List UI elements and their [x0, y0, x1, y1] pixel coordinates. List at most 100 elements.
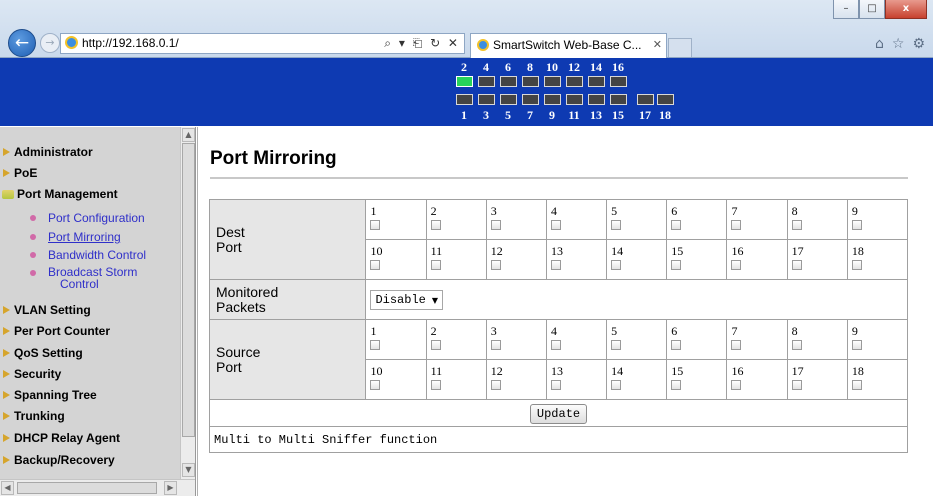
- port-4-led[interactable]: [478, 76, 495, 87]
- submenu-port-mirroring[interactable]: Port Mirroring: [22, 230, 121, 244]
- dest-port-16-checkbox[interactable]: [731, 260, 742, 270]
- menu-open-icon: [2, 189, 14, 199]
- port-2-led[interactable]: [456, 76, 473, 87]
- settings-gear-icon[interactable]: ⚙: [912, 36, 925, 52]
- source-port-4-checkbox[interactable]: [550, 340, 561, 350]
- dest-port-13-checkbox[interactable]: [550, 260, 561, 270]
- favorites-star-icon[interactable]: ☆: [892, 36, 905, 52]
- dest-port-4-checkbox[interactable]: [550, 220, 561, 230]
- menu-spanning-tree[interactable]: Spanning Tree: [0, 388, 97, 402]
- maximize-button[interactable]: □: [859, 0, 885, 19]
- menu-arrow-icon: [3, 412, 10, 420]
- port-18-led[interactable]: [657, 94, 674, 105]
- port-16-led[interactable]: [610, 76, 627, 87]
- menu-backup-recovery[interactable]: Backup/Recovery: [0, 453, 115, 467]
- new-tab-button[interactable]: [668, 38, 692, 57]
- dest-port-12-checkbox[interactable]: [490, 260, 501, 270]
- scroll-thumb[interactable]: [17, 482, 157, 494]
- dest-port-10-checkbox[interactable]: [370, 260, 381, 270]
- menu-arrow-icon: [3, 148, 10, 156]
- source-port-11-checkbox[interactable]: [430, 380, 441, 390]
- source-port-12-checkbox[interactable]: [490, 380, 501, 390]
- port-8-led[interactable]: [522, 76, 539, 87]
- source-port-6-checkbox[interactable]: [671, 340, 682, 350]
- scroll-right-icon[interactable]: ▶: [164, 481, 177, 495]
- dest-port-cell: 2: [425, 199, 487, 240]
- port-10-led[interactable]: [544, 76, 561, 87]
- menu-qos-setting[interactable]: QoS Setting: [0, 346, 83, 360]
- scroll-up-icon[interactable]: ▲: [182, 128, 195, 142]
- menu-label: Trunking: [14, 409, 65, 423]
- dest-port-9-checkbox[interactable]: [851, 220, 862, 230]
- menu-label: Per Port Counter: [14, 324, 111, 338]
- dest-port-18-checkbox[interactable]: [851, 260, 862, 270]
- dest-port-7-checkbox[interactable]: [731, 220, 742, 230]
- scroll-thumb[interactable]: [182, 143, 195, 437]
- port-15-led[interactable]: [610, 94, 627, 105]
- browser-tab[interactable]: SmartSwitch Web-Base C... ✕: [470, 33, 667, 58]
- source-port-8-checkbox[interactable]: [791, 340, 802, 350]
- menu-vlan-setting[interactable]: VLAN Setting: [0, 303, 91, 317]
- source-port-9-checkbox[interactable]: [851, 340, 862, 350]
- tab-close-icon[interactable]: ✕: [653, 34, 662, 56]
- dest-port-6-checkbox[interactable]: [671, 220, 682, 230]
- home-icon[interactable]: ⌂: [875, 36, 884, 52]
- update-button[interactable]: Update: [529, 404, 588, 424]
- sidebar-vertical-scrollbar[interactable]: ▲ ▼: [180, 127, 195, 479]
- dest-port-15-checkbox[interactable]: [671, 260, 682, 270]
- address-controls[interactable]: ⌕ ▾ ⎗ ↻ ✕: [384, 34, 460, 53]
- menu-administrator[interactable]: Administrator: [0, 145, 93, 159]
- source-port-7-checkbox[interactable]: [731, 340, 742, 350]
- monitored-packets-select[interactable]: Disable ▼: [370, 289, 444, 310]
- dest-port-1-checkbox[interactable]: [370, 220, 381, 230]
- menu-security[interactable]: Security: [0, 367, 61, 381]
- submenu-broadcast-storm-control[interactable]: Broadcast Storm Control: [22, 266, 137, 290]
- port-1-led[interactable]: [456, 94, 473, 105]
- port-7-led[interactable]: [522, 94, 539, 105]
- back-button[interactable]: ←: [8, 29, 36, 57]
- dest-port-8-checkbox[interactable]: [791, 220, 802, 230]
- dest-port-5-checkbox[interactable]: [611, 220, 622, 230]
- source-port-1-checkbox[interactable]: [370, 340, 381, 350]
- source-port-5-checkbox[interactable]: [611, 340, 622, 350]
- source-port-10-checkbox[interactable]: [370, 380, 381, 390]
- menu-per-port-counter[interactable]: Per Port Counter: [0, 324, 110, 338]
- menu-poe[interactable]: PoE: [0, 166, 37, 180]
- menu-dhcp-relay-agent[interactable]: DHCP Relay Agent: [0, 431, 120, 445]
- submenu-bandwidth-control[interactable]: Bandwidth Control: [22, 248, 146, 262]
- scroll-left-icon[interactable]: ◀: [1, 481, 14, 495]
- scroll-down-icon[interactable]: ▼: [182, 463, 195, 477]
- close-button[interactable]: x: [885, 0, 927, 19]
- dest-port-14-checkbox[interactable]: [611, 260, 622, 270]
- sidebar-horizontal-scrollbar[interactable]: ◀ ▶: [0, 479, 195, 496]
- menu-trunking[interactable]: Trunking: [0, 409, 65, 423]
- port-3-led[interactable]: [478, 94, 495, 105]
- dest-port-17-checkbox[interactable]: [791, 260, 802, 270]
- minimize-button[interactable]: –: [833, 0, 859, 19]
- port-12-led[interactable]: [566, 76, 583, 87]
- browser-chrome: – □ x ← → http://192.168.0.1/ ⌕ ▾ ⎗ ↻ ✕ …: [0, 0, 933, 58]
- dest-port-2-checkbox[interactable]: [430, 220, 441, 230]
- port-6-led[interactable]: [500, 76, 517, 87]
- source-port-17-checkbox[interactable]: [791, 380, 802, 390]
- page-title: Port Mirroring: [210, 148, 337, 169]
- dest-port-11-checkbox[interactable]: [430, 260, 441, 270]
- forward-button[interactable]: →: [40, 33, 60, 53]
- menu-port-management[interactable]: Port Management: [0, 187, 118, 201]
- port-5-led[interactable]: [500, 94, 517, 105]
- source-port-18-checkbox[interactable]: [851, 380, 862, 390]
- source-port-16-checkbox[interactable]: [731, 380, 742, 390]
- address-bar[interactable]: http://192.168.0.1/ ⌕ ▾ ⎗ ↻ ✕: [60, 33, 465, 54]
- port-9-led[interactable]: [544, 94, 561, 105]
- dest-port-3-checkbox[interactable]: [490, 220, 501, 230]
- submenu-port-configuration[interactable]: Port Configuration: [22, 211, 145, 225]
- port-17-led[interactable]: [637, 94, 654, 105]
- port-11-led[interactable]: [566, 94, 583, 105]
- source-port-2-checkbox[interactable]: [430, 340, 441, 350]
- port-13-led[interactable]: [588, 94, 605, 105]
- source-port-3-checkbox[interactable]: [490, 340, 501, 350]
- source-port-14-checkbox[interactable]: [611, 380, 622, 390]
- port-14-led[interactable]: [588, 76, 605, 87]
- source-port-13-checkbox[interactable]: [550, 380, 561, 390]
- source-port-15-checkbox[interactable]: [671, 380, 682, 390]
